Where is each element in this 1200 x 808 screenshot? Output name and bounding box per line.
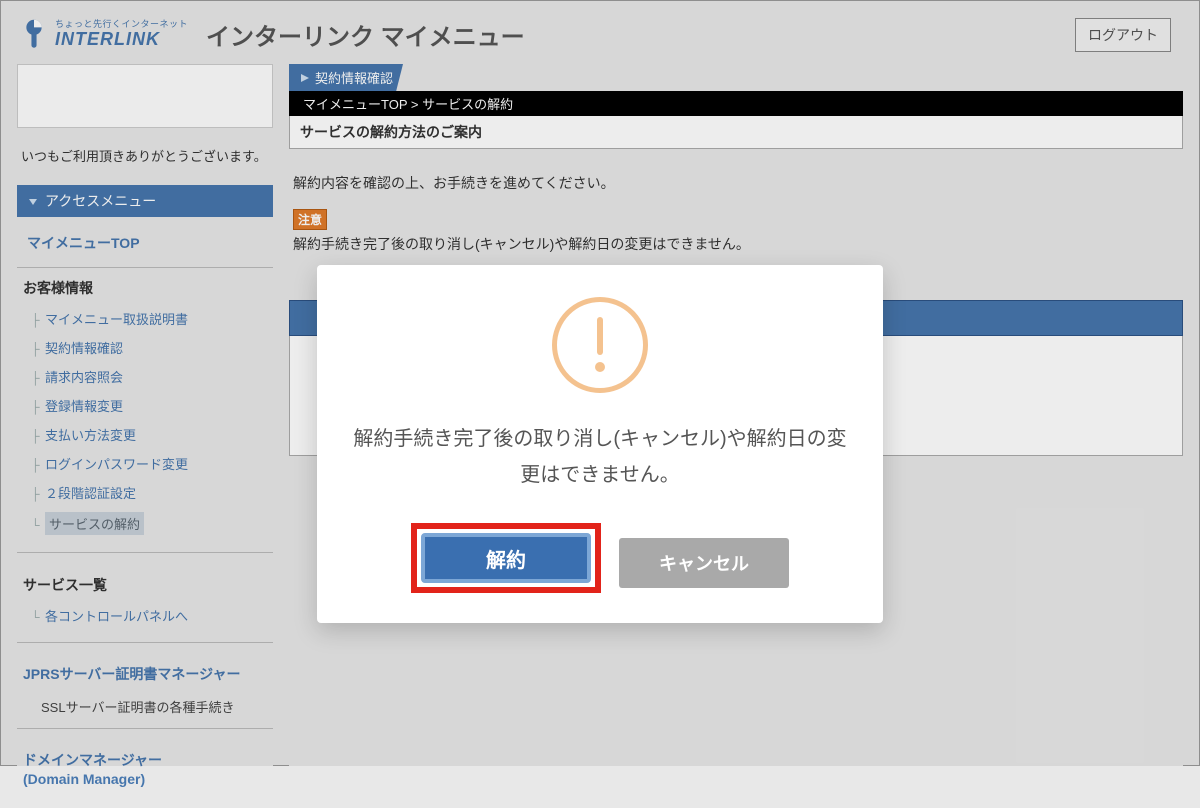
confirm-cancel-contract-button[interactable]: 解約 bbox=[421, 533, 591, 583]
modal-overlay: 解約手続き完了後の取り消し(キャンセル)や解約日の変更はできません。 解約 キャ… bbox=[0, 0, 1200, 766]
confirm-modal: 解約手続き完了後の取り消し(キャンセル)や解約日の変更はできません。 解約 キャ… bbox=[317, 265, 883, 623]
sidebar-domain-sub: (Domain Manager) bbox=[23, 771, 145, 787]
warning-icon bbox=[552, 297, 648, 393]
confirm-highlight: 解約 bbox=[411, 523, 601, 593]
modal-message: 解約手続き完了後の取り消し(キャンセル)や解約日の変更はできません。 bbox=[347, 421, 853, 493]
cancel-button[interactable]: キャンセル bbox=[619, 538, 789, 588]
